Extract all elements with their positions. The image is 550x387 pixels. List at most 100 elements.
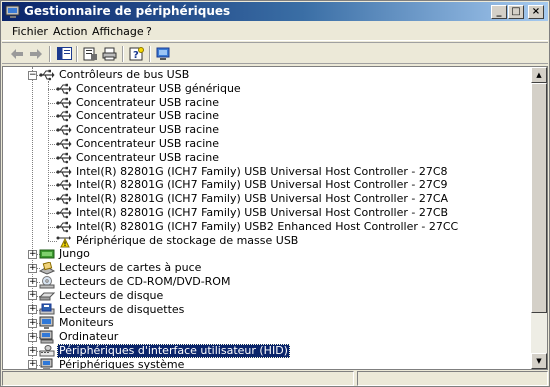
tree-item-label: Intel(R) 82801G (ICH7 Family) USB Univer…: [76, 206, 449, 219]
tree-item-label: Lecteurs de cartes à puce: [59, 261, 202, 275]
tree-category-floppy-drive[interactable]: Lecteurs de disquettes: [39, 303, 186, 317]
expand-button[interactable]: +: [28, 263, 37, 273]
tree-item-usb-device[interactable]: Concentrateur USB racine: [56, 123, 221, 137]
tree-item-usb-device[interactable]: Intel(R) 82801G (ICH7 Family) USB2 Enhan…: [56, 220, 460, 234]
help-icon[interactable]: ?: [127, 45, 145, 62]
tree-item-usb-device[interactable]: Concentrateur USB racine: [56, 151, 221, 165]
usb-controller-icon: [56, 206, 72, 220]
device-manager-window: Gestionnaire de périphériques _ □ × Fich…: [0, 0, 550, 387]
device-manager-app-icon: [5, 4, 21, 19]
tree-category-system-device[interactable]: Périphériques système: [39, 358, 186, 369]
menu-bar: Fichier Action Affichage ?: [2, 22, 548, 41]
tree-category-usb[interactable]: Contrôleurs de bus USB: [39, 68, 191, 82]
tree-connector-line: [48, 81, 49, 241]
expand-button[interactable]: +: [28, 291, 37, 301]
window-title: Gestionnaire de périphériques: [24, 4, 231, 18]
expand-button[interactable]: +: [28, 346, 37, 356]
usb-controller-icon: [56, 192, 72, 206]
tree-item-label: Périphériques système: [59, 357, 185, 369]
tree-item-label: Intel(R) 82801G (ICH7 Family) USB Univer…: [76, 164, 448, 178]
tree-category-hid[interactable]: Périphériques d'interface utilisateur (H…: [39, 344, 290, 358]
expand-button[interactable]: +: [28, 277, 37, 287]
print-icon[interactable]: [100, 45, 118, 62]
computer-icon: [39, 330, 55, 344]
usb-controller-icon: [56, 123, 72, 137]
tree-item-usb-device[interactable]: Concentrateur USB générique: [56, 82, 243, 96]
expand-button[interactable]: +: [28, 360, 37, 369]
back-icon[interactable]: [8, 45, 26, 62]
tree-category-computer[interactable]: Ordinateur: [39, 330, 120, 344]
tree-item-usb-device[interactable]: Intel(R) 82801G (ICH7 Family) USB Univer…: [56, 206, 450, 220]
tree-item-label: Lecteurs de disque: [59, 288, 164, 302]
tree-item-label: Jungo: [59, 247, 90, 261]
scroll-down-button[interactable]: ▼: [531, 353, 547, 369]
tree-item-usb-device[interactable]: Intel(R) 82801G (ICH7 Family) USB Univer…: [56, 165, 450, 179]
toolbar-separator: [122, 46, 124, 62]
tree-item-usb-device[interactable]: Concentrateur USB racine: [56, 109, 221, 123]
tree-category-cdrom[interactable]: Lecteurs de CD-ROM/DVD-ROM: [39, 275, 232, 289]
status-panel-main: [2, 371, 354, 386]
monitor-icon: [39, 316, 55, 330]
toolbar-separator: [49, 46, 51, 62]
expand-button[interactable]: +: [28, 332, 37, 342]
menu-affichage[interactable]: Affichage: [92, 25, 144, 38]
scroll-thumb[interactable]: [531, 83, 547, 313]
tree-item-usb-device[interactable]: Intel(R) 82801G (ICH7 Family) USB Univer…: [56, 178, 450, 192]
svg-text:?: ?: [133, 50, 139, 61]
tree-item-usb-device[interactable]: Concentrateur USB racine: [56, 137, 221, 151]
tree-item-usb-device[interactable]: Intel(R) 82801G (ICH7 Family) USB Univer…: [56, 192, 450, 206]
tree-item-label: Concentrateur USB racine: [76, 137, 219, 150]
usb-controller-icon: [56, 165, 72, 179]
status-panel-secondary: [357, 371, 548, 386]
collapse-button[interactable]: −: [28, 70, 37, 80]
menu-action[interactable]: Action: [53, 25, 87, 38]
scroll-up-button[interactable]: ▲: [531, 67, 547, 83]
usb-controller-icon: [56, 137, 72, 151]
minimize-button[interactable]: _: [491, 5, 507, 19]
smart-card-reader-icon: [39, 261, 55, 275]
maximize-button[interactable]: □: [508, 5, 524, 19]
usb-controller-icon: [56, 151, 72, 165]
hid-icon: [39, 344, 55, 358]
usb-controller-icon: [56, 82, 72, 96]
toolbar-separator: [76, 46, 78, 62]
tree-category-jungo[interactable]: Jungo: [39, 247, 92, 261]
tree-item-usb-device[interactable]: Concentrateur USB racine: [56, 96, 221, 110]
title-bar[interactable]: Gestionnaire de périphériques _ □ ×: [2, 2, 548, 21]
toolbar: ?: [2, 42, 548, 64]
status-bar: [2, 371, 548, 386]
tree-item-label: Concentrateur USB racine: [76, 150, 219, 164]
device-tree[interactable]: Contrôleurs de bus USB − Concentrateur USB…: [3, 67, 532, 369]
menu-help[interactable]: ?: [146, 25, 152, 38]
tree-category-monitor[interactable]: Moniteurs: [39, 316, 116, 330]
usb-warning-icon: [56, 234, 72, 248]
expand-button[interactable]: +: [28, 249, 37, 259]
expand-button[interactable]: +: [28, 318, 37, 328]
properties-icon[interactable]: [81, 45, 99, 62]
vertical-scrollbar[interactable]: ▲ ▼: [531, 67, 547, 369]
tree-item-label: Intel(R) 82801G (ICH7 Family) USB2 Enhan…: [76, 219, 459, 233]
tree-item-label: Périphériques d'interface utilisateur (H…: [57, 344, 290, 358]
tree-item-label: Périphérique de stockage de masse USB: [76, 233, 299, 247]
expand-button[interactable]: +: [28, 305, 37, 315]
tree-item-label: Contrôleurs de bus USB: [59, 68, 190, 81]
tree-item-label: Moniteurs: [59, 316, 114, 330]
menu-fichier[interactable]: Fichier: [12, 25, 48, 38]
tree-item-label: Ordinateur: [59, 330, 119, 344]
floppy-drive-icon: [39, 303, 55, 317]
toolbar-separator: [149, 46, 151, 62]
tree-category-smart-card-reader[interactable]: Lecteurs de cartes à puce: [39, 261, 203, 275]
show-hide-console-tree-icon[interactable]: [55, 45, 73, 62]
usb-controller-icon: [56, 96, 72, 110]
usb-controller-icon: [56, 109, 72, 123]
system-device-icon: [39, 358, 55, 369]
tree-item-usb-device[interactable]: Périphérique de stockage de masse USB: [56, 234, 300, 248]
tree-item-label: Concentrateur USB racine: [76, 95, 219, 109]
tree-item-label: Concentrateur USB racine: [76, 123, 219, 137]
usb-controller-icon: [39, 68, 55, 82]
tree-category-disk-drive[interactable]: Lecteurs de disque: [39, 289, 165, 303]
device-tree-panel: Contrôleurs de bus USB − Concentrateur USB…: [2, 66, 548, 370]
scan-hardware-icon[interactable]: [154, 45, 172, 62]
forward-icon[interactable]: [27, 45, 45, 62]
close-button[interactable]: ×: [528, 5, 544, 19]
